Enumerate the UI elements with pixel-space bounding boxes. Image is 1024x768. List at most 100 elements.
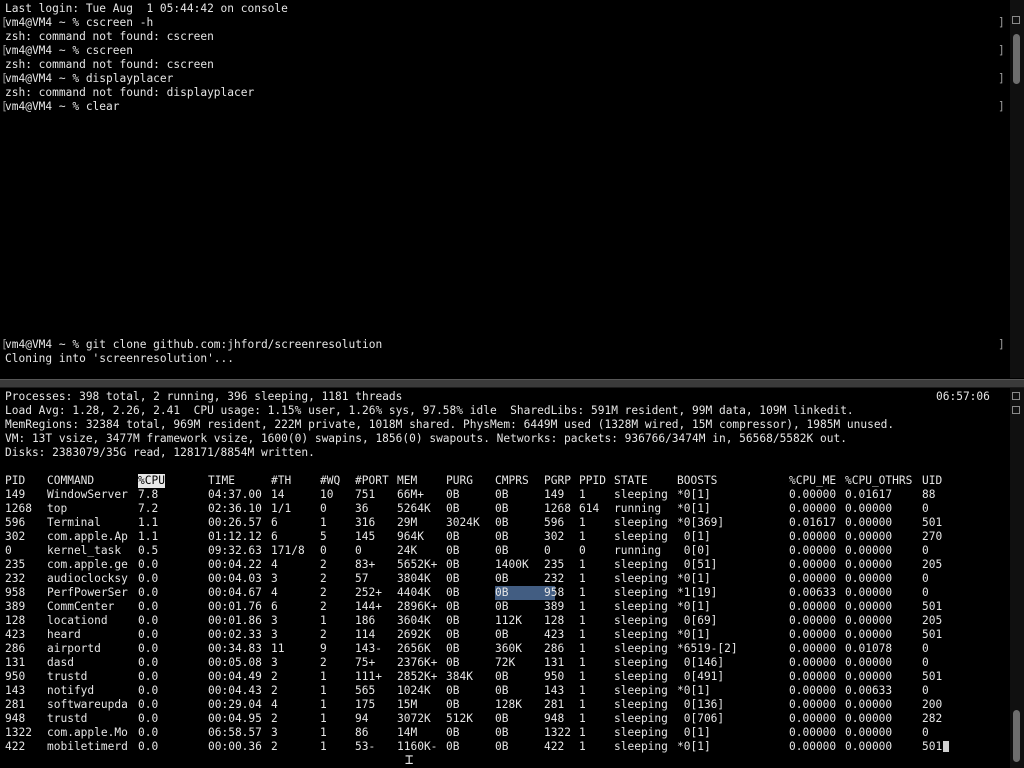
split-pane-divider[interactable] xyxy=(0,379,1024,388)
table-cell-state: sleeping xyxy=(614,740,668,753)
table-cell--th: 2 xyxy=(271,712,278,725)
table-cell-boosts: *0[1] xyxy=(677,684,711,697)
table-cell--cpu-othrs: 0.00000 xyxy=(845,628,893,641)
prompt-mark-left: [ xyxy=(1,44,8,57)
scrollbar-thumb[interactable] xyxy=(1013,34,1020,84)
column-header--cpu: %CPU xyxy=(138,474,165,488)
table-cell-pgrp: 286 xyxy=(544,642,565,655)
table-cell-uid: 501 xyxy=(922,628,943,641)
top-terminal-pane[interactable]: Last login: Tue Aug 1 05:44:42 on consol… xyxy=(0,0,1010,378)
prompt-mark-left: [ xyxy=(1,16,8,29)
table-cell--th: 2 xyxy=(271,684,278,697)
table-cell-purg: 384K xyxy=(446,670,473,683)
table-cell-mem: 5264K xyxy=(397,502,431,515)
table-cell-ppid: 1 xyxy=(579,642,586,655)
column-header-mem: MEM xyxy=(397,474,418,487)
table-cell-pgrp: 1268 xyxy=(544,502,571,515)
table-cell-time: 09:32.63 xyxy=(208,544,262,557)
column-header-command: COMMAND xyxy=(47,474,95,487)
table-cell--wq: 1 xyxy=(320,726,327,739)
table-cell--wq: 1 xyxy=(320,740,327,753)
table-cell-pid: 422 xyxy=(5,740,26,753)
table-cell--cpu-othrs: 0.00000 xyxy=(845,698,893,711)
table-cell-state: sleeping xyxy=(614,600,668,613)
table-cell--port: 86 xyxy=(355,726,369,739)
scrollbar-thumb[interactable] xyxy=(1013,710,1020,762)
table-cell-mem: 14M xyxy=(397,726,418,739)
table-cell--port: 83+ xyxy=(355,558,376,571)
column-header-uid: UID xyxy=(922,474,943,487)
column-header-ppid: PPID xyxy=(579,474,606,487)
table-cell--th: 3 xyxy=(271,628,278,641)
table-cell-cmprs: 0B xyxy=(495,628,509,641)
table-cell--th: 6 xyxy=(271,516,278,529)
table-cell-command: notifyd xyxy=(47,684,95,697)
table-cell--wq: 2 xyxy=(320,628,327,641)
table-cell--th: 4 xyxy=(271,558,278,571)
table-cell-cmprs: 0B xyxy=(495,544,509,557)
table-cell-cmprs: 1400K xyxy=(495,558,529,571)
close-split-icon[interactable] xyxy=(1012,392,1020,400)
table-cell-uid: 0 xyxy=(922,684,929,697)
table-cell-ppid: 1 xyxy=(579,698,586,711)
table-cell--port: 0 xyxy=(355,544,362,557)
table-cell--cpu: 1.1 xyxy=(138,516,159,529)
table-cell-pgrp: 1322 xyxy=(544,726,571,739)
table-cell-ppid: 1 xyxy=(579,656,586,669)
table-cell-cmprs: 112K xyxy=(495,614,522,627)
table-cell-state: sleeping xyxy=(614,656,668,669)
table-cell-purg: 0B xyxy=(446,628,460,641)
table-cell-purg: 0B xyxy=(446,684,460,697)
column-header-purg: PURG xyxy=(446,474,473,487)
top-pane-scrollbar[interactable] xyxy=(1010,0,1024,378)
prompt-mark-right: ] xyxy=(998,44,1005,57)
bottom-pane-scrollbar[interactable] xyxy=(1010,388,1024,768)
table-cell--cpu: 0.5 xyxy=(138,544,159,557)
table-cell-cmprs: 0B xyxy=(495,684,509,697)
table-cell-mem: 2656K xyxy=(397,642,431,655)
table-cell--th: 4 xyxy=(271,586,278,599)
top-process-monitor-pane[interactable]: Processes: 398 total, 2 running, 396 sle… xyxy=(0,388,1010,768)
terminal-prompt-line: [vm4@VM4 ~ % git clone github.com:jhford… xyxy=(1,338,382,352)
table-cell-uid: 501 xyxy=(922,670,943,683)
table-cell--cpu: 0.0 xyxy=(138,586,159,599)
table-cell-mem: 964K xyxy=(397,530,424,543)
table-cell-uid: 0 xyxy=(922,726,929,739)
terminal-output-line: zsh: command not found: cscreen xyxy=(5,58,214,72)
table-cell--cpu: 0.0 xyxy=(138,698,159,711)
table-cell-state: sleeping xyxy=(614,698,668,711)
table-cell-cmprs: 0B xyxy=(495,530,509,543)
table-cell-pid: 596 xyxy=(5,516,26,529)
table-cell-uid: 501 xyxy=(922,740,943,753)
table-cell-mem: 3604K xyxy=(397,614,431,627)
table-cell-cmprs: 0B xyxy=(495,726,509,739)
table-cell--port: 114 xyxy=(355,628,376,641)
table-cell-purg: 0B xyxy=(446,488,460,501)
table-cell-state: sleeping xyxy=(614,712,668,725)
table-cell--th: 2 xyxy=(271,740,278,753)
table-cell-pid: 281 xyxy=(5,698,26,711)
split-pane-icon[interactable] xyxy=(1012,16,1020,24)
prompt-mark-left: [ xyxy=(1,72,8,85)
table-cell-boosts: *0[1] xyxy=(677,740,711,753)
table-cell-command: PerfPowerSer xyxy=(47,586,128,599)
split-pane-icon[interactable] xyxy=(1012,406,1020,414)
table-cell--th: 3 xyxy=(271,572,278,585)
prompt-mark-right: ] xyxy=(998,338,1005,351)
table-cell-boosts: *0[1] xyxy=(677,600,711,613)
table-cell-purg: 0B xyxy=(446,726,460,739)
table-cell--th: 6 xyxy=(271,600,278,613)
table-cell-ppid: 0 xyxy=(579,544,586,557)
table-cell--port: 565 xyxy=(355,684,376,697)
table-cell-command: com.apple.Ap xyxy=(47,530,128,543)
table-cell-boosts: 0[491] xyxy=(677,670,725,683)
table-cell--cpu-me: 0.01617 xyxy=(789,516,837,529)
table-cell--cpu: 7.2 xyxy=(138,502,159,515)
table-cell-time: 00:04.03 xyxy=(208,572,262,585)
table-cell-state: sleeping xyxy=(614,642,668,655)
table-cell--wq: 0 xyxy=(320,502,327,515)
table-cell-command: audioclocksy xyxy=(47,572,128,585)
table-cell-boosts: *0[1] xyxy=(677,628,711,641)
table-cell--cpu: 0.0 xyxy=(138,670,159,683)
table-cell-command: airportd xyxy=(47,642,101,655)
